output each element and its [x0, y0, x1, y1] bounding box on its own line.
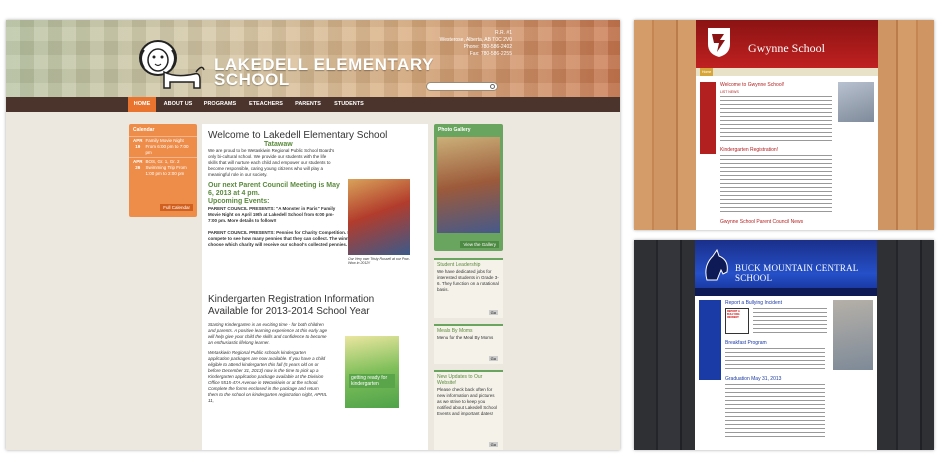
gwynne-kinder: Kindergarten Registration!: [720, 147, 779, 153]
site-header: LAKEDELL ELEMENTARY SCHOOL R.R. #1 Weste…: [6, 20, 620, 97]
welcome-subtitle: Tatawaw: [264, 141, 293, 148]
gwynne-text-block: [720, 96, 832, 144]
gwynne-nav: Home: [696, 68, 878, 76]
lion-mascot-logo-icon[interactable]: [134, 36, 206, 92]
page-body: Calendar APR 19 Family Movie Night From …: [6, 112, 620, 450]
go-button[interactable]: Go: [488, 442, 498, 447]
kindergarten-text: Wetaskiwin Regional Public schools kinde…: [208, 350, 328, 403]
kindergarten-text: Starting Kindergarten is an exciting tim…: [208, 322, 327, 345]
gwynne-council: Gwynne School Parent Council News: [720, 219, 804, 225]
go-button[interactable]: Go: [488, 356, 498, 361]
buck-text-block: [725, 348, 825, 372]
go-button[interactable]: Go: [488, 310, 498, 315]
gwynne-news: LIST NEWS: [720, 90, 739, 94]
buck-text-block: [753, 308, 827, 334]
full-calendar-button[interactable]: Full Calendar: [160, 204, 193, 211]
photo-gallery-widget: Photo Gallery View the Gallery: [434, 124, 503, 251]
main-nav: HOME ABOUT US PROGRAMS ETEACHERS PARENTS…: [6, 97, 620, 112]
intro-text: We are proud to be Wetaskiwin Regional P…: [208, 148, 335, 177]
calendar-event[interactable]: APR 19 Family Movie Night From 6:00 pm t…: [129, 136, 197, 157]
meeting-notice: Our next Parent Council Meeting is May 6…: [208, 182, 340, 197]
buck-graduation: Graduation May 31, 2013: [725, 376, 782, 382]
view-gallery-button[interactable]: View the Gallery: [460, 241, 499, 248]
lakedell-site-screenshot: LAKEDELL ELEMENTARY SCHOOL R.R. #1 Weste…: [6, 20, 620, 450]
sidebar-box-meals-by-moms: Meals By Moms Menu for the Meal By Moms …: [434, 324, 503, 364]
buck-nav: [695, 288, 877, 296]
search-input[interactable]: [426, 82, 498, 91]
horse-head-logo-icon: [705, 248, 728, 281]
buck-report-heading: Report a Bullying Incident: [725, 300, 782, 306]
crest-logo-icon: [708, 28, 730, 57]
buck-header: BUCK MOUNTAIN CENTRAL SCHOOL: [695, 240, 877, 288]
gwynne-welcome: Welcome to Gwynne School!: [720, 82, 785, 88]
nav-programs[interactable]: PROGRAMS: [201, 97, 239, 112]
calendar-widget: Calendar APR 19 Family Movie Night From …: [129, 124, 197, 217]
calendar-title: Calendar: [133, 127, 155, 133]
calendar-event[interactable]: APR 26 BOS, Gr. 1, Gr. 2 Swimming Trip F…: [129, 157, 197, 178]
kindergarten-heading: Kindergarten Registration Information Av…: [208, 294, 375, 317]
search-icon[interactable]: [490, 84, 495, 89]
sidebar-box-website-updates: New Updates to Our Website! Please check…: [434, 370, 503, 450]
main-content: Welcome to Lakedell Elementary School Ta…: [202, 124, 428, 450]
gwynne-photo: [838, 82, 874, 122]
gwynne-header: Gwynne School: [696, 20, 878, 68]
gwynne-text-block: [720, 155, 832, 215]
photo-caption: Our Very own Tristy Russell at our Pow-W…: [348, 257, 410, 265]
gwynne-site-thumbnail[interactable]: Gwynne School Home Welcome to Gwynne Sch…: [634, 20, 934, 230]
nav-home[interactable]: HOME: [128, 97, 156, 112]
buck-school-name: BUCK MOUNTAIN CENTRAL SCHOOL: [735, 263, 859, 283]
kindergarten-brochure-image[interactable]: getting ready for kindergarten: [345, 336, 399, 408]
gwynne-school-name: Gwynne School: [748, 41, 825, 55]
school-name[interactable]: LAKEDELL ELEMENTARY SCHOOL: [214, 56, 434, 88]
nav-about-us[interactable]: ABOUT US: [161, 97, 195, 112]
gwynne-sidebar: [700, 82, 716, 154]
buck-photo: [833, 300, 873, 370]
buck-breakfast: Breakfast Program: [725, 340, 767, 346]
buck-sidebar: [699, 300, 721, 380]
nav-eteachers[interactable]: ETEACHERS: [246, 97, 286, 112]
pow-wow-photo[interactable]: [348, 179, 410, 255]
buck-mountain-site-thumbnail[interactable]: BUCK MOUNTAIN CENTRAL SCHOOL Report a Bu…: [634, 240, 934, 450]
buck-text-block: [725, 384, 825, 440]
nav-students[interactable]: STUDENTS: [331, 97, 367, 112]
gwynne-nav-home[interactable]: Home: [700, 68, 714, 76]
nav-parents[interactable]: PARENTS: [292, 97, 324, 112]
event-text: PARENT COUNCIL PRESENTS: "A Monster in P…: [208, 206, 336, 223]
report-bullying-image[interactable]: REPORT A BULLYING INCIDENT: [725, 308, 749, 334]
gallery-title: Photo Gallery: [438, 127, 471, 133]
welcome-heading: Welcome to Lakedell Elementary School: [208, 130, 388, 141]
gallery-photo[interactable]: [437, 137, 500, 233]
school-address: R.R. #1 Westerose, Alberta, AB T0C 2V0 P…: [439, 30, 512, 57]
sidebar-box-student-leadership: Student Leadership We have dedicated job…: [434, 258, 503, 318]
